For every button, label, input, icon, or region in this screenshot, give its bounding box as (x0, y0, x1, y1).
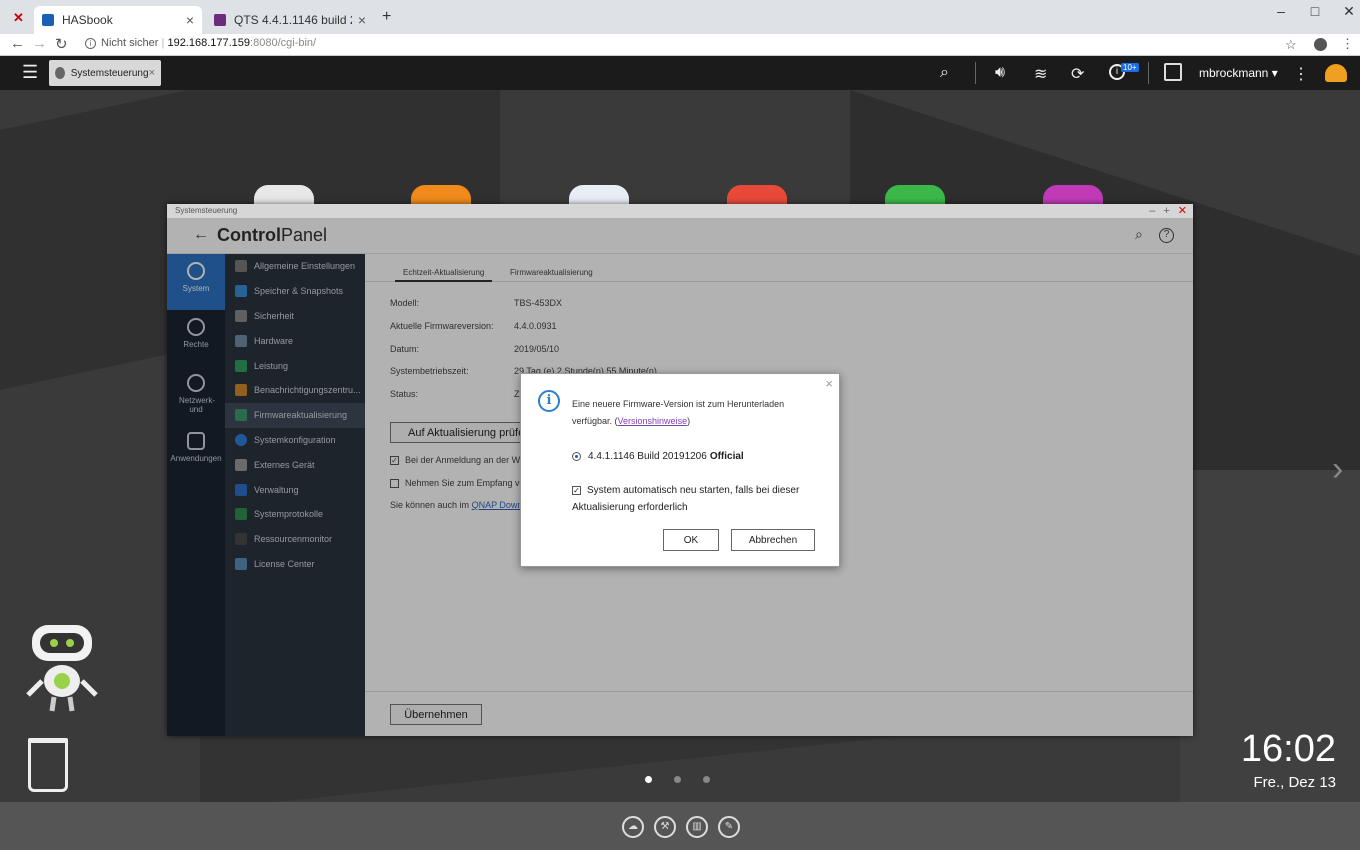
gear-icon (55, 67, 65, 79)
browser-tab-qts[interactable]: QTS 4.4.1.1146 build 20191206 | × (206, 6, 374, 34)
browser-menu-icon[interactable]: ⋮ (1341, 36, 1354, 52)
next-page-chevron-icon[interactable]: › (1332, 450, 1343, 489)
url-field[interactable]: Nicht sicher | 192.168.177.159:8080/cgi-… (101, 37, 316, 49)
maximize-icon[interactable]: □ (1298, 0, 1332, 22)
divider (1148, 62, 1149, 84)
page-dot[interactable] (645, 776, 652, 783)
cloud-icon[interactable]: ☁ (622, 816, 644, 838)
search-icon[interactable]: ⌕ (940, 64, 949, 82)
message-text-end: ) (687, 416, 691, 426)
clock-time: 16:02 (1240, 728, 1336, 770)
version-radio[interactable]: 4.4.1.1146 Build 20191206 Official (572, 451, 744, 462)
close-tab-icon[interactable]: × (358, 12, 366, 28)
page-indicator (645, 776, 710, 783)
restart-label: System automatisch neu starten, falls be… (572, 485, 800, 513)
new-tab-button[interactable]: + (382, 8, 391, 26)
version-tag: Official (709, 451, 744, 462)
library-icon[interactable]: ▥ (686, 816, 708, 838)
maximize-icon[interactable]: + (1163, 204, 1169, 218)
release-notes-link[interactable]: Versionshinweise (618, 416, 688, 426)
app-tab-systemsteuerung[interactable]: Systemsteuerung × (49, 60, 161, 86)
browser-tab-bar: ✕ HASbook × QTS 4.4.1.1146 build 2019120… (0, 0, 1360, 34)
window-controls: – □ ✕ (1264, 0, 1360, 22)
divider (975, 62, 976, 84)
page-dot[interactable] (674, 776, 681, 783)
qboost-robot-icon[interactable] (24, 623, 100, 713)
checkbox-checked-icon[interactable]: ✓ (572, 485, 581, 495)
bookmark-star-icon[interactable]: ☆ (1285, 37, 1297, 53)
qts-favicon (214, 14, 226, 26)
browser-tab-hasbook[interactable]: HASbook × (34, 6, 202, 34)
page-dot[interactable] (703, 776, 710, 783)
tools-icon[interactable]: ⚒ (654, 816, 676, 838)
auto-restart-option[interactable]: ✓ System automatisch neu starten, falls b… (572, 482, 822, 516)
window-controls: – + ✕ (1149, 204, 1187, 218)
hamburger-menu-icon[interactable]: ☰ (22, 62, 38, 83)
more-options-icon[interactable]: ⋮ (1293, 64, 1309, 84)
profile-icon[interactable] (1314, 38, 1327, 51)
dashboard-gauge-icon[interactable] (1325, 64, 1347, 82)
url-host: 192.168.177.159 (167, 37, 251, 49)
address-bar: ← → ↻ i Nicht sicher | 192.168.177.159:8… (0, 34, 1360, 56)
notes-icon[interactable]: ✎ (718, 816, 740, 838)
close-icon[interactable]: × (825, 376, 833, 391)
button-label: OK (683, 534, 699, 546)
radio-selected-icon[interactable] (572, 452, 581, 461)
close-tab-icon[interactable]: × (186, 12, 194, 28)
dialog-message: Eine neuere Firmware-Version ist zum Her… (572, 396, 822, 430)
ok-button[interactable]: OK (663, 529, 719, 551)
username: mbrockmann (1199, 66, 1269, 80)
forward-arrow-icon[interactable]: → (32, 35, 47, 52)
version-label: 4.4.1.1146 Build 20191206 (588, 451, 707, 462)
minimize-icon[interactable]: – (1264, 0, 1298, 22)
back-arrow-icon[interactable]: ← (10, 35, 25, 52)
close-window-icon[interactable]: ✕ (1332, 0, 1360, 22)
browser-logo-icon[interactable]: ✕ (13, 10, 24, 26)
minimize-icon[interactable]: – (1149, 204, 1155, 218)
trash-icon[interactable] (28, 738, 68, 792)
stack-icon[interactable]: ≋ (1034, 64, 1047, 84)
clock-date: Fre., Dez 13 (1253, 774, 1336, 791)
url-path: :8080/cgi-bin/ (250, 37, 317, 49)
info-icon[interactable]: i (85, 38, 96, 49)
window-title: Systemsteuerung (175, 206, 238, 215)
app-tab-label: Systemsteuerung (70, 67, 149, 79)
cancel-button[interactable]: Abbrechen (731, 529, 815, 551)
bottom-bar: ☁ ⚒ ▥ ✎ (0, 802, 1360, 850)
window-titlebar[interactable]: Systemsteuerung – + ✕ (167, 204, 1193, 218)
close-app-icon[interactable]: × (149, 67, 155, 79)
close-icon[interactable]: ✕ (1178, 204, 1187, 218)
tab-title: HASbook (62, 13, 113, 27)
volume-icon[interactable]: 🔊︎ (995, 64, 1005, 82)
username-dropdown[interactable]: mbrockmann ▾ (1199, 66, 1278, 80)
user-avatar-icon[interactable] (1164, 63, 1182, 81)
sync-icon[interactable]: ⟳ (1071, 64, 1084, 84)
reload-icon[interactable]: ↻ (55, 35, 68, 53)
info-icon: i (538, 390, 560, 412)
qts-top-bar: ☰ Systemsteuerung × ⌕ 🔊︎ ≋ ⟳ i 10+ mbroc… (0, 56, 1360, 90)
hasbook-favicon (42, 14, 54, 26)
button-label: Abbrechen (748, 534, 798, 546)
firmware-update-dialog: × i Eine neuere Firmware-Version ist zum… (520, 373, 840, 567)
security-label: Nicht sicher (101, 37, 159, 49)
notification-badge: 10+ (1121, 63, 1139, 72)
tab-title: QTS 4.4.1.1146 build 20191206 | (234, 13, 352, 27)
